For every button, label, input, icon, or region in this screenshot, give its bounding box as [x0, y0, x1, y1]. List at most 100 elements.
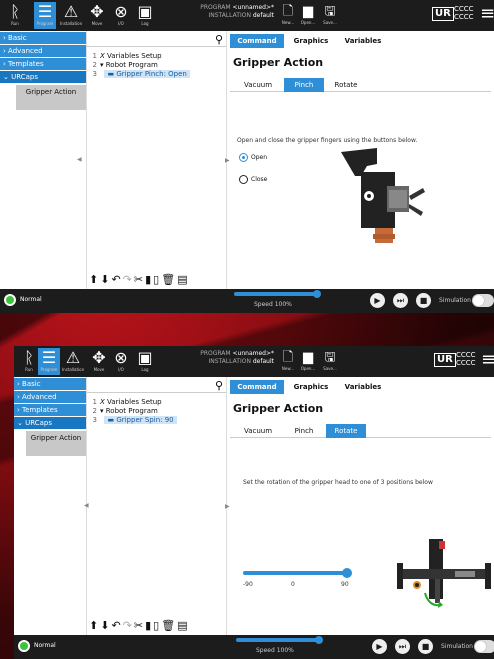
cut-icon[interactable]: ✂	[134, 273, 145, 286]
nav-installation[interactable]: ⚠ Installation	[62, 348, 84, 375]
sidebar-item-basic[interactable]: › Basic	[0, 32, 86, 44]
tab-command[interactable]: Command	[230, 380, 284, 394]
robot-status[interactable]: Normal	[4, 293, 42, 307]
expand-right-icon[interactable]: ▶	[225, 157, 230, 164]
move-down-icon[interactable]: ⬇	[100, 273, 111, 286]
hamburger-menu-icon[interactable]: ≡	[480, 5, 494, 23]
sidebar-item-templates[interactable]: › Templates	[14, 404, 86, 416]
tab-vacuum[interactable]: Vacuum	[236, 78, 280, 92]
tab-vacuum[interactable]: Vacuum	[236, 424, 280, 438]
tree-row[interactable]: 1X Variables Setup	[87, 398, 226, 407]
tree-row[interactable]: 2 ▾ Robot Program	[87, 407, 226, 416]
search-icon[interactable]: ⚲	[215, 33, 223, 47]
header-bar: ᚱ Run ☰ Program ⚠ Installation ✥ Move ⊗ I/O ▣…	[0, 0, 494, 31]
robot-status[interactable]: Normal	[18, 639, 56, 653]
new-button[interactable]: 🗋 New...	[280, 3, 296, 25]
nav-run[interactable]: ᚱ Run	[4, 2, 26, 29]
sidebar-item-gripper-action[interactable]: Gripper Action	[26, 431, 86, 456]
expand-right-icon[interactable]: ▶	[225, 503, 230, 510]
nav-log[interactable]: ▣ Log	[134, 348, 156, 375]
collapse-icon[interactable]: ▾	[100, 61, 104, 69]
collapse-icon[interactable]: ▾	[100, 407, 104, 415]
simulation-toggle[interactable]	[472, 294, 494, 307]
ur-connect-icon[interactable]: UR	[432, 7, 454, 21]
stop-button[interactable]: ■	[418, 639, 433, 654]
radio-open[interactable]: Open	[239, 153, 267, 163]
speed-slider-knob[interactable]	[315, 636, 323, 644]
sidebar-item-advanced[interactable]: › Advanced	[0, 45, 86, 57]
speed-slider[interactable]	[236, 636, 323, 644]
paste-icon[interactable]: ▯	[153, 619, 161, 632]
collapse-left-icon[interactable]: ◀	[84, 502, 89, 509]
delete-icon[interactable]: 🗑	[161, 619, 177, 632]
nav-program[interactable]: ☰ Program	[34, 2, 56, 29]
move-up-icon[interactable]: ⬆	[89, 619, 100, 632]
new-button[interactable]: 🗋 New...	[280, 349, 296, 371]
tab-rotate[interactable]: Rotate	[326, 78, 366, 92]
play-button[interactable]: ▶	[372, 639, 387, 654]
tab-pinch[interactable]: Pinch	[284, 78, 324, 92]
tree-row-selected[interactable]: 3 ▬ Gripper Spin: 90	[87, 416, 226, 425]
tab-variables[interactable]: Variables	[338, 380, 388, 394]
nav-move[interactable]: ✥ Move	[88, 348, 110, 375]
redo-icon[interactable]: ↷	[123, 619, 134, 632]
nav-run[interactable]: ᚱ Run	[18, 348, 40, 375]
simulation-toggle[interactable]	[474, 640, 494, 653]
nav-program[interactable]: ☰ Program	[38, 348, 60, 375]
speed-slider[interactable]	[234, 290, 321, 298]
tab-graphics[interactable]: Graphics	[286, 380, 336, 394]
tab-pinch[interactable]: Pinch	[284, 424, 324, 438]
paste-icon[interactable]: ▯	[153, 273, 161, 286]
tree-row[interactable]: 1X Variables Setup	[87, 52, 226, 61]
open-button[interactable]: ▆ Open...	[300, 349, 316, 371]
stop-button[interactable]: ■	[416, 293, 431, 308]
sidebar-item-gripper-action[interactable]: Gripper Action	[16, 85, 86, 110]
undo-icon[interactable]: ↶	[111, 273, 122, 286]
step-button[interactable]: ⏭	[393, 293, 408, 308]
save-button[interactable]: 🖫 Save...	[322, 3, 338, 25]
hamburger-menu-icon[interactable]: ≡	[481, 351, 494, 369]
ur-connect-icon[interactable]: UR	[434, 353, 456, 367]
undo-icon[interactable]: ↶	[111, 619, 122, 632]
move-down-icon[interactable]: ⬇	[100, 619, 111, 632]
sidebar-item-advanced[interactable]: › Advanced	[14, 391, 86, 403]
move-up-icon[interactable]: ⬆	[89, 273, 100, 286]
tab-command[interactable]: Command	[230, 34, 284, 48]
nav-log[interactable]: ▣ Log	[134, 2, 156, 29]
command-panel: ◀ ▶ Command Graphics Variables Gripper A…	[84, 377, 494, 635]
program-icon: ☰	[41, 348, 57, 367]
program-info: PROGRAM <unnamed>* INSTALLATION default	[200, 4, 274, 19]
sidebar-item-basic[interactable]: › Basic	[14, 378, 86, 390]
tree-row[interactable]: 2 ▾ Robot Program	[87, 61, 226, 70]
nav-io[interactable]: ⊗ I/O	[110, 2, 132, 29]
suppress-icon[interactable]: ▤	[177, 619, 189, 632]
copy-icon[interactable]: ▮	[145, 619, 153, 632]
nav-move[interactable]: ✥ Move	[86, 2, 108, 29]
play-button[interactable]: ▶	[370, 293, 385, 308]
cut-icon[interactable]: ✂	[134, 619, 145, 632]
tab-rotate[interactable]: Rotate	[326, 424, 366, 438]
redo-icon[interactable]: ↷	[123, 273, 134, 286]
search-icon[interactable]: ⚲	[215, 379, 223, 393]
suppress-icon[interactable]: ▤	[177, 273, 189, 286]
tab-graphics[interactable]: Graphics	[286, 34, 336, 48]
sidebar-item-urcaps[interactable]: ⌄ URCaps	[0, 71, 86, 83]
copy-icon[interactable]: ▮	[145, 273, 153, 286]
sidebar-item-urcaps[interactable]: ⌄ URCaps	[14, 417, 86, 429]
rotation-slider[interactable]	[243, 568, 352, 578]
collapse-left-icon[interactable]: ◀	[77, 156, 82, 163]
nav-io[interactable]: ⊗ I/O	[110, 348, 132, 375]
tree-search[interactable]: ⚲	[87, 379, 226, 393]
radio-close[interactable]: Close	[239, 175, 267, 185]
tab-variables[interactable]: Variables	[338, 34, 388, 48]
tree-search[interactable]: ⚲	[87, 33, 226, 47]
tree-row-selected[interactable]: 3 ▬ Gripper Pinch: Open	[87, 70, 226, 79]
delete-icon[interactable]: 🗑	[161, 273, 177, 286]
sidebar-item-templates[interactable]: › Templates	[0, 58, 86, 70]
save-button[interactable]: 🖫 Save...	[322, 349, 338, 371]
step-button[interactable]: ⏭	[395, 639, 410, 654]
nav-installation[interactable]: ⚠ Installation	[60, 2, 82, 29]
open-button[interactable]: ▆ Open...	[300, 3, 316, 25]
speed-slider-knob[interactable]	[313, 290, 321, 298]
rotation-slider-knob[interactable]	[342, 568, 352, 578]
